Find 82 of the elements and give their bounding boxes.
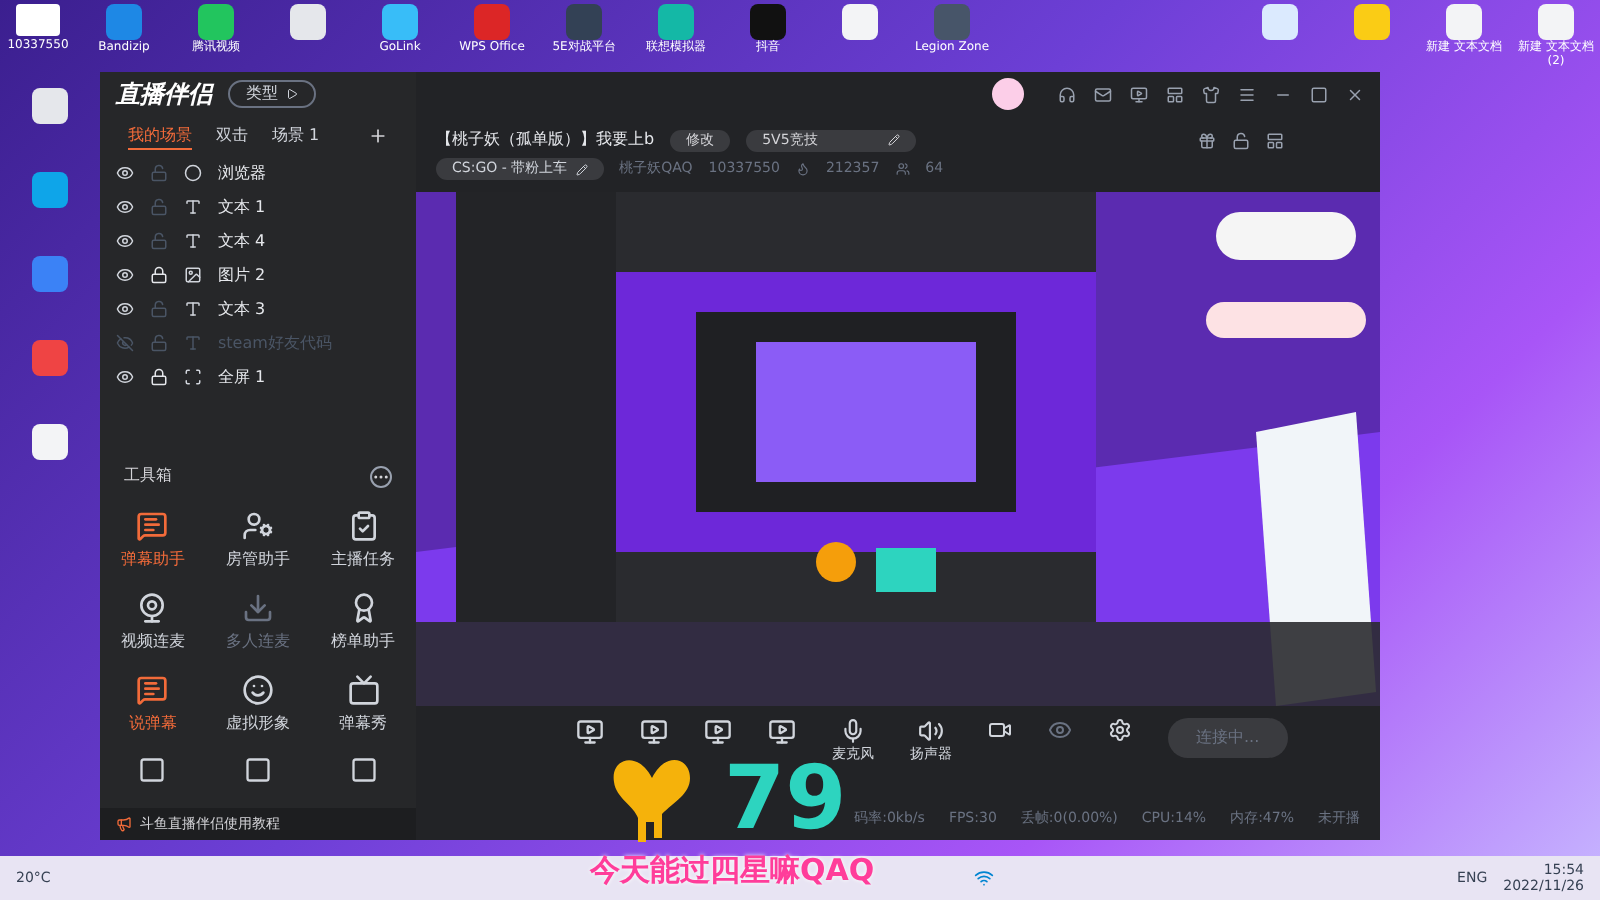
tool-button[interactable]: 房管助手 — [205, 510, 311, 572]
tool-icon[interactable] — [349, 756, 378, 784]
tool-button[interactable]: 说弹幕 — [100, 674, 206, 736]
pencil-icon — [888, 134, 901, 147]
lock-icon[interactable] — [150, 266, 168, 284]
app-icon[interactable] — [1262, 4, 1298, 40]
add-icon[interactable] — [368, 126, 388, 146]
app-icon[interactable] — [32, 88, 68, 124]
speaker-icon — [918, 718, 944, 744]
app-logo: 直播伴侣 — [116, 78, 212, 112]
source-name[interactable]: 文本 1 — [218, 195, 266, 219]
type-button[interactable]: 类型 — [228, 80, 316, 108]
source-name[interactable]: 浏览器 — [218, 161, 266, 185]
monitor-icon[interactable] — [1130, 85, 1148, 103]
admin-icon — [241, 510, 274, 542]
source-name[interactable]: 全屏 1 — [218, 365, 266, 389]
avatar-icon — [241, 674, 274, 706]
tool-icon[interactable] — [243, 756, 272, 784]
pencil-icon — [575, 163, 588, 175]
screen-icon[interactable] — [640, 718, 668, 746]
tool-button[interactable]: 视频连麦 — [100, 592, 206, 654]
app-icon[interactable] — [32, 424, 68, 460]
chat-icon — [136, 674, 169, 706]
source-type-icon — [184, 198, 202, 216]
more-icon[interactable] — [370, 465, 392, 487]
tool-icon[interactable] — [138, 756, 167, 784]
tool-button[interactable]: 主播任务 — [310, 510, 416, 572]
tv-icon — [347, 674, 380, 706]
source-name[interactable]: 文本 4 — [218, 229, 266, 253]
video-icon — [136, 592, 169, 624]
task-icon — [347, 510, 380, 542]
flame-icon — [795, 162, 810, 176]
counter-text: 79 — [724, 762, 847, 838]
shirt-icon[interactable] — [1202, 85, 1220, 103]
app-icon[interactable] — [32, 172, 68, 208]
maximize-icon[interactable] — [1310, 85, 1328, 103]
users-icon — [895, 162, 910, 176]
app-icon[interactable] — [1446, 4, 1482, 40]
speaker-icon — [116, 816, 132, 832]
lock-icon[interactable] — [150, 368, 168, 386]
caption-text: 今天能过四星嘛QAQ — [590, 850, 875, 890]
record-icon[interactable] — [988, 718, 1012, 742]
layout-icon[interactable] — [1266, 131, 1284, 150]
source-type-icon — [184, 266, 202, 284]
settings-icon[interactable] — [1108, 718, 1132, 742]
mail-icon[interactable] — [1094, 85, 1112, 103]
unlock-icon[interactable] — [1232, 131, 1250, 150]
scene-tab[interactable]: 场景 1 — [272, 124, 320, 148]
preview-icon[interactable] — [1048, 718, 1072, 742]
screen-icon[interactable] — [704, 718, 732, 746]
source-name[interactable]: 图片 2 — [218, 263, 266, 287]
app-icon[interactable] — [198, 4, 234, 40]
tool-button[interactable]: 弹幕助手 — [100, 510, 206, 572]
gift-icon[interactable] — [1198, 131, 1216, 150]
source-type-icon — [184, 300, 202, 318]
avatar[interactable] — [992, 78, 1024, 110]
tool-button[interactable]: 弹幕秀 — [310, 674, 416, 736]
play-icon — [286, 88, 298, 100]
scene-tab[interactable]: 双击 — [216, 124, 248, 148]
tool-button[interactable]: 榜单助手 — [310, 592, 416, 654]
chat-icon — [136, 510, 169, 542]
support-icon[interactable] — [1058, 85, 1076, 103]
toolbox-title: 工具箱 — [124, 464, 172, 488]
scene-tab[interactable]: 我的场景 — [128, 123, 192, 149]
menu-icon[interactable] — [1238, 85, 1256, 103]
source-name[interactable]: 文本 3 — [218, 297, 266, 321]
app-icon[interactable] — [842, 4, 878, 40]
tool-button[interactable]: 虚拟形象 — [205, 674, 311, 736]
source-type-icon — [184, 368, 202, 386]
room-title: 【桃子妖（孤单版）】我要上b — [436, 128, 655, 153]
app-icon[interactable] — [290, 4, 326, 40]
app-icon[interactable] — [1538, 4, 1574, 40]
close-icon[interactable] — [1346, 85, 1364, 103]
download-icon — [241, 592, 274, 624]
app-icon[interactable] — [382, 4, 418, 40]
source-type-icon — [184, 334, 202, 352]
screen-icon[interactable] — [576, 718, 604, 746]
source-type-icon — [184, 232, 202, 250]
panel-icon[interactable] — [1166, 85, 1184, 103]
source-type-icon — [184, 164, 202, 182]
screen-icon[interactable] — [768, 718, 796, 746]
mic-icon — [840, 718, 866, 744]
